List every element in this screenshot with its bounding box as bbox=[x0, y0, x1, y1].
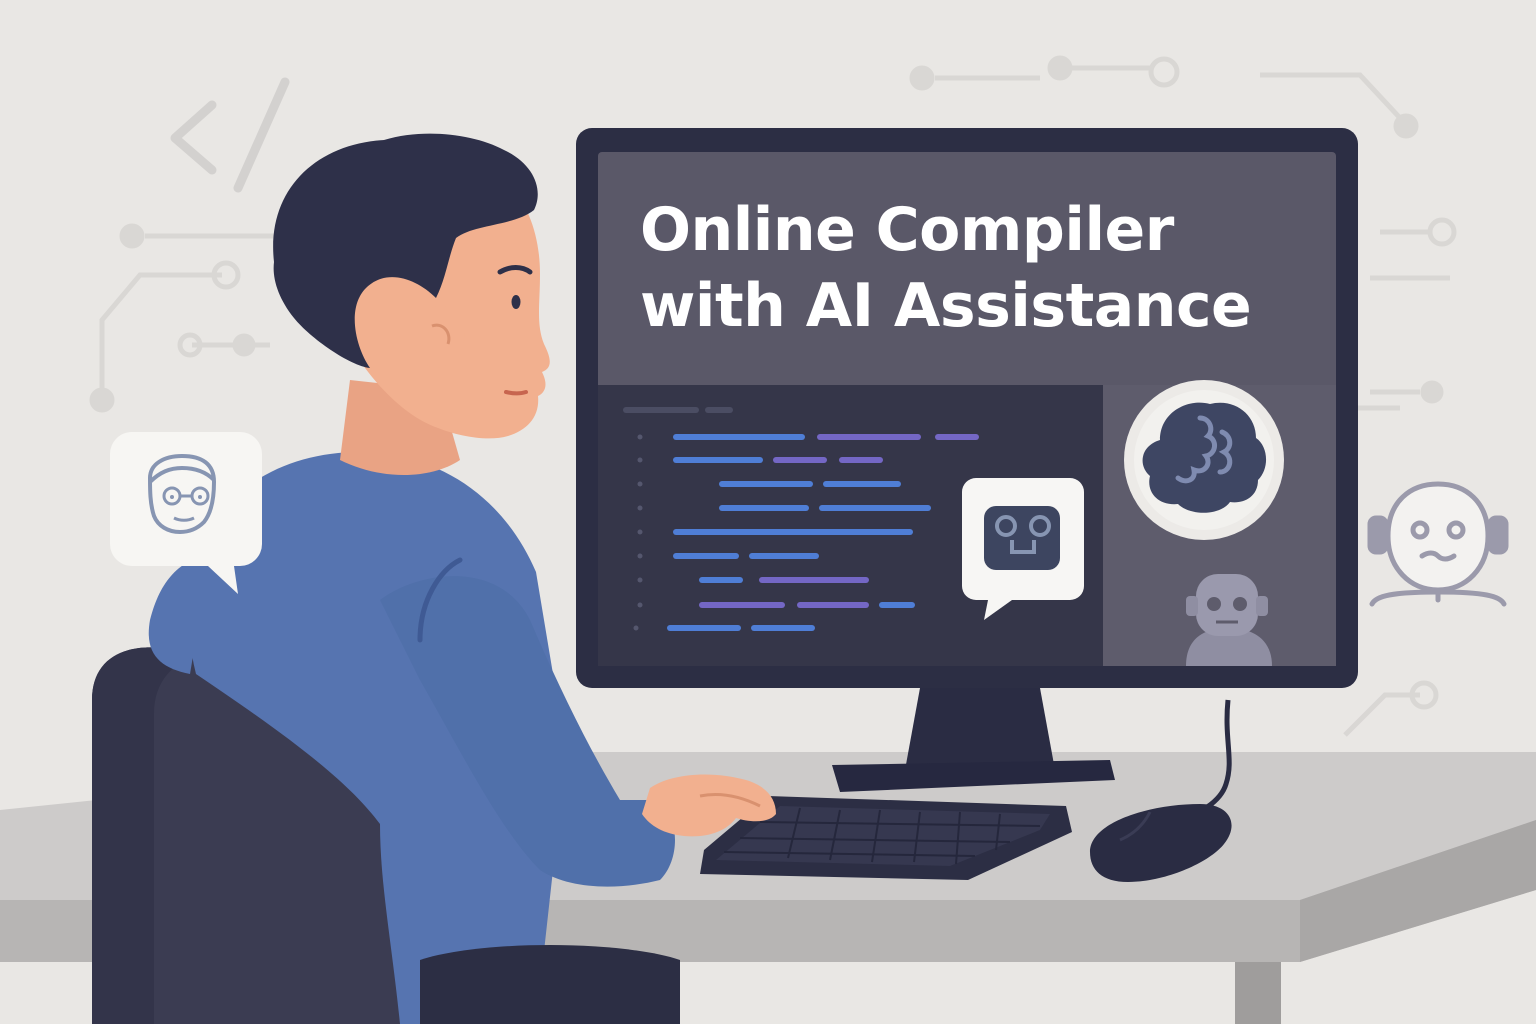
robot-face-chat-icon bbox=[962, 478, 1084, 620]
ai-brain-icon bbox=[1124, 380, 1284, 540]
screen-headline: Online Compiler with AI Assistance bbox=[640, 195, 1252, 341]
illustration: Online Compiler with AI Assistance bbox=[0, 0, 1536, 1024]
scene-svg bbox=[0, 0, 1536, 1024]
